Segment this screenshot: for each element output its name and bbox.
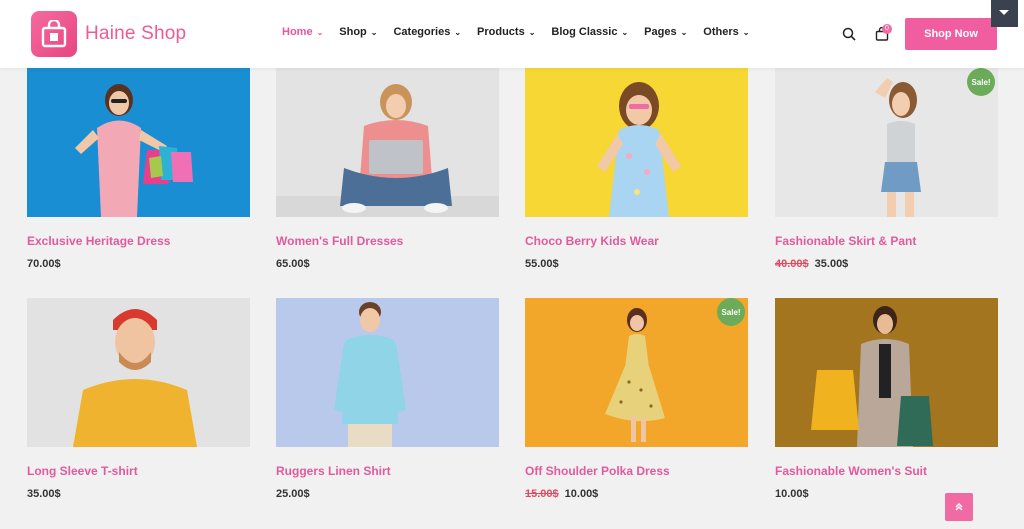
caret-down-icon[interactable] xyxy=(991,0,1018,27)
product-image[interactable]: Sale! xyxy=(775,68,998,217)
product-image[interactable] xyxy=(276,68,499,217)
old-price: 40.00$ xyxy=(775,258,809,270)
product-title[interactable]: Ruggers Linen Shirt xyxy=(276,464,499,478)
product-card[interactable]: Sale! Off Shoulder Polka Dress 15.00$ 10.… xyxy=(525,298,748,500)
current-price: 35.00$ xyxy=(27,488,61,500)
chevron-down-icon: ⌄ xyxy=(316,27,324,37)
product-image[interactable] xyxy=(27,68,250,217)
woman-with-shopping-bags-image xyxy=(75,84,193,217)
product-price: 25.00$ xyxy=(276,488,499,500)
product-price: 55.00$ xyxy=(525,258,748,270)
sale-badge: Sale! xyxy=(717,298,745,326)
nav-label: Pages xyxy=(644,26,677,38)
current-price: 10.00$ xyxy=(775,488,809,500)
chevron-down-icon: ⌄ xyxy=(528,27,536,37)
product-image[interactable] xyxy=(525,68,748,217)
product-title[interactable]: Women's Full Dresses xyxy=(276,234,499,248)
product-image[interactable]: Sale! xyxy=(525,298,748,447)
nav-label: Shop xyxy=(339,26,367,38)
woman-with-laptop-image xyxy=(276,84,499,217)
product-title[interactable]: Fashionable Women's Suit xyxy=(775,464,998,478)
product-card[interactable]: Exclusive Heritage Dress 70.00$ xyxy=(27,68,250,270)
old-price: 15.00$ xyxy=(525,488,559,500)
product-card[interactable]: Fashionable Women's Suit 10.00$ xyxy=(775,298,998,500)
chevron-down-icon: ⌄ xyxy=(680,27,688,37)
brand-name: Haine Shop xyxy=(85,23,187,44)
current-price: 10.00$ xyxy=(564,488,599,500)
woman-in-denim-skirt-image xyxy=(875,78,921,217)
nav-label: Categories xyxy=(393,26,451,38)
woman-in-polka-dress-image xyxy=(605,308,665,442)
nav-products[interactable]: Products ⌄ xyxy=(477,26,535,38)
product-title[interactable]: Long Sleeve T-shirt xyxy=(27,464,250,478)
nav-label: Blog Classic xyxy=(551,26,618,38)
cart-count-badge: 0 xyxy=(882,24,892,34)
product-title[interactable]: Exclusive Heritage Dress xyxy=(27,234,250,248)
product-image[interactable] xyxy=(276,298,499,447)
current-price: 65.00$ xyxy=(276,258,310,270)
chevron-down-icon: ⌄ xyxy=(454,27,462,37)
chevron-down-icon: ⌄ xyxy=(621,27,629,37)
nav-blog-classic[interactable]: Blog Classic ⌄ xyxy=(551,26,628,38)
product-price: 35.00$ xyxy=(27,488,250,500)
product-card[interactable]: Ruggers Linen Shirt 25.00$ xyxy=(276,298,499,500)
product-price: 65.00$ xyxy=(276,258,499,270)
product-price: 40.00$ 35.00$ xyxy=(775,258,998,270)
man-in-linen-shirt-image xyxy=(334,302,406,447)
product-card[interactable]: Women's Full Dresses 65.00$ xyxy=(276,68,499,270)
girl-in-floral-dress-image xyxy=(597,82,681,217)
brand-logo[interactable]: Haine Shop xyxy=(31,11,186,57)
woman-in-suit-with-bags-image xyxy=(811,306,933,447)
current-price: 25.00$ xyxy=(276,488,310,500)
site-header: Haine Shop Home ⌄ Shop ⌄ Categories ⌄ Produ… xyxy=(0,0,1024,68)
main-nav: Home ⌄ Shop ⌄ Categories ⌄ Products ⌄ Blog C… xyxy=(282,26,765,38)
product-title[interactable]: Choco Berry Kids Wear xyxy=(525,234,748,248)
product-price: 15.00$ 10.00$ xyxy=(525,488,748,500)
product-card[interactable]: Choco Berry Kids Wear 55.00$ xyxy=(525,68,748,270)
product-title[interactable]: Fashionable Skirt & Pant xyxy=(775,234,998,248)
product-image[interactable] xyxy=(775,298,998,447)
chevron-down-icon: ⌄ xyxy=(370,27,378,37)
shopping-bag-logo-icon xyxy=(31,11,77,57)
shop-now-button[interactable]: Shop Now xyxy=(905,18,997,50)
nav-pages[interactable]: Pages ⌄ xyxy=(644,26,687,38)
nav-others[interactable]: Others ⌄ xyxy=(703,26,749,38)
product-image[interactable] xyxy=(27,298,250,447)
current-price: 55.00$ xyxy=(525,258,559,270)
nav-home[interactable]: Home ⌄ xyxy=(282,26,323,38)
chevron-down-icon: ⌄ xyxy=(742,27,750,37)
nav-shop[interactable]: Shop ⌄ xyxy=(339,26,377,38)
nav-label: Products xyxy=(477,26,525,38)
search-icon[interactable] xyxy=(842,27,856,41)
nav-label: Others xyxy=(703,26,739,38)
nav-label: Home xyxy=(282,26,313,38)
current-price: 70.00$ xyxy=(27,258,61,270)
current-price: 35.00$ xyxy=(814,258,849,270)
nav-categories[interactable]: Categories ⌄ xyxy=(393,26,461,38)
product-price: 70.00$ xyxy=(27,258,250,270)
double-chevron-up-icon[interactable] xyxy=(945,493,973,521)
product-card[interactable]: Sale! Fashionable Skirt & Pant 40.00$ 35.… xyxy=(775,68,998,270)
sale-badge: Sale! xyxy=(967,68,995,96)
product-card[interactable]: Long Sleeve T-shirt 35.00$ xyxy=(27,298,250,500)
product-title[interactable]: Off Shoulder Polka Dress xyxy=(525,464,748,478)
man-in-yellow-sweater-image xyxy=(73,309,197,447)
